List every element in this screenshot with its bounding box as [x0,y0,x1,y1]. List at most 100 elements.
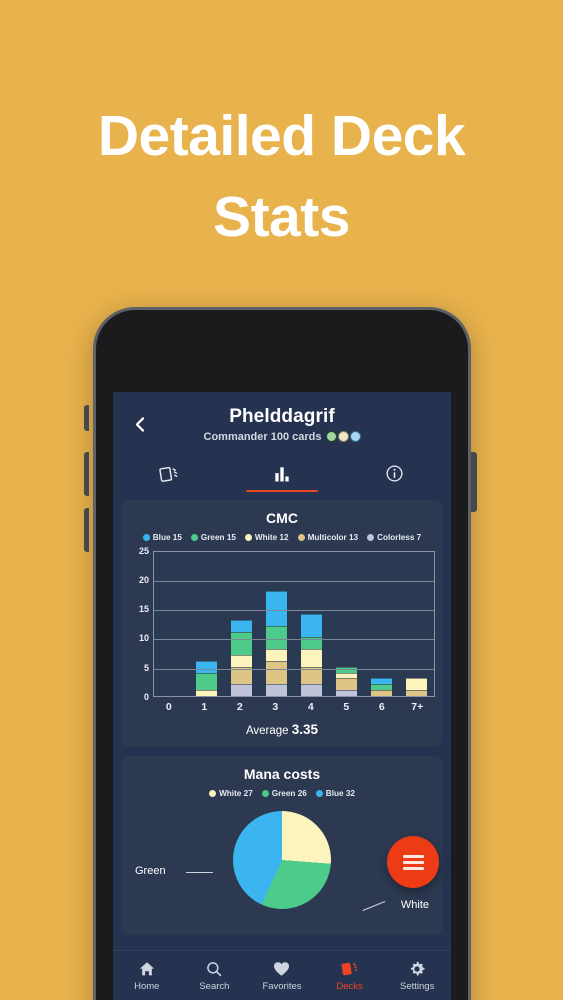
legend-swatch-blue [142,533,150,541]
legend-label: Green 15 [200,532,236,542]
white-mana-symbol [337,431,349,443]
nav-item-settings[interactable]: Settings [383,951,451,1000]
bar-column[interactable] [364,552,399,696]
stacked-bar [230,619,253,696]
bar-column[interactable] [329,552,364,696]
y-axis-tick: 5 [143,662,149,673]
bar-segment-green [195,672,218,691]
bar-segment-green [265,625,288,650]
legend-swatch-white [209,789,217,797]
cmc-average: Average 3.35 [129,722,435,737]
cmc-chart-title: CMC [266,509,298,526]
menu-icon [402,854,424,870]
cmc-chart-plot-area: 0 5 10 15 20 25 [129,546,435,702]
deck-subtitle: Commander 100 cards [203,430,322,443]
phone-volume-up-button [84,452,89,496]
nav-label: Home [134,980,160,992]
y-axis-tick: 20 [138,575,149,586]
nav-item-search[interactable]: Search [181,951,249,1000]
phone-mute-switch [84,405,89,431]
cmc-chart-legend: Blue 15 Green 15 White 12 Multicolor 13 … [129,533,435,542]
tab-info[interactable] [338,456,451,492]
page-title: Detailed Deck Stats [97,104,466,249]
bar-column[interactable] [154,552,189,696]
legend-label: Colorless 7 [377,532,422,542]
legend-label: White 12 [254,532,289,542]
bar-column[interactable] [259,552,294,696]
info-circle-icon [386,465,403,482]
gear-icon [411,961,425,975]
tab-stats[interactable] [226,456,339,492]
cmc-average-label: Average [245,724,289,737]
nav-label: Settings [400,980,435,992]
cmc-chart-y-axis: 0 5 10 15 20 25 [131,546,153,702]
legend-label: Multicolor 13 [307,532,359,542]
menu-fab-button[interactable] [387,836,439,888]
bar-segment-blue [265,590,288,626]
legend-swatch-blue [315,789,323,797]
mana-costs-pie[interactable] [233,810,331,909]
grid-line [154,639,434,641]
tab-cards[interactable] [113,456,226,492]
bar-segment-white [230,654,253,667]
nav-item-favorites[interactable]: Favorites [248,951,316,1000]
bar-segment-white [300,649,323,667]
legend-item: White 12 [244,532,289,542]
legend-swatch-green [190,533,198,541]
bar-segment-colorless [230,684,253,696]
pie-callout-white: White [400,898,429,911]
stats-tab-bar [113,456,451,492]
grid-line [154,610,434,612]
stacked-bar [405,678,428,696]
cmc-average-value: 3.35 [291,721,319,737]
phone-power-button [471,452,477,512]
bar-column[interactable] [399,552,434,696]
x-axis-tick: 4 [307,700,314,713]
x-axis-tick: 6 [378,700,385,713]
stats-content[interactable]: CMC Blue 15 Green 15 White 12 Multicolor… [113,491,451,950]
stacked-bar [265,590,288,696]
mana-costs-legend: White 27 Green 26 Blue 32 [129,789,435,798]
y-axis-tick: 10 [138,633,149,644]
grid-line [154,581,434,583]
home-icon [139,961,154,975]
legend-label: Green 26 [271,788,307,798]
legend-item: Colorless 7 [367,533,421,542]
nav-item-home[interactable]: Home [113,951,181,1000]
bar-column[interactable] [294,552,329,696]
pie-callout-leader-white [362,900,386,911]
legend-swatch-multicolor [297,533,305,541]
bar-column[interactable] [224,552,259,696]
y-axis-tick: 15 [138,604,149,615]
legend-item: White 27 [209,789,253,798]
pie-callout-leader-green [186,871,213,873]
app-screen: Phelddagrif Commander 100 cards CMC Blue… [113,392,451,1000]
x-axis-tick: 5 [343,700,350,713]
legend-label: Blue 32 [325,788,355,798]
bar-segment-white [265,649,288,661]
x-axis-tick: 7+ [411,700,424,713]
deck-name: Phelddagrif [229,406,335,427]
nav-label: Favorites [262,980,302,992]
legend-item: Green 26 [261,788,307,798]
bar-column[interactable] [189,552,224,696]
legend-item: Green 15 [190,532,236,542]
nav-label: Search [199,980,230,992]
bar-segment-blue [195,660,218,673]
legend-swatch-colorless [367,533,375,541]
cmc-chart-card: CMC Blue 15 Green 15 White 12 Multicolor… [121,499,443,747]
legend-swatch-white [244,533,252,541]
deck-subtitle-row: Commander 100 cards [123,431,441,443]
decks-icon [341,962,358,975]
legend-swatch-green [261,789,269,797]
bar-segment-green [230,631,253,655]
legend-item: Blue 32 [315,788,355,798]
nav-item-decks[interactable]: Decks [316,951,384,1000]
pie-callout-green: Green [135,864,166,877]
blue-mana-symbol [349,431,361,443]
legend-label: White 27 [219,788,253,798]
bar-segment-white [195,690,218,696]
stacked-bar [300,614,323,696]
y-axis-tick: 0 [143,691,149,702]
deck-header: Phelddagrif Commander 100 cards [123,406,441,443]
